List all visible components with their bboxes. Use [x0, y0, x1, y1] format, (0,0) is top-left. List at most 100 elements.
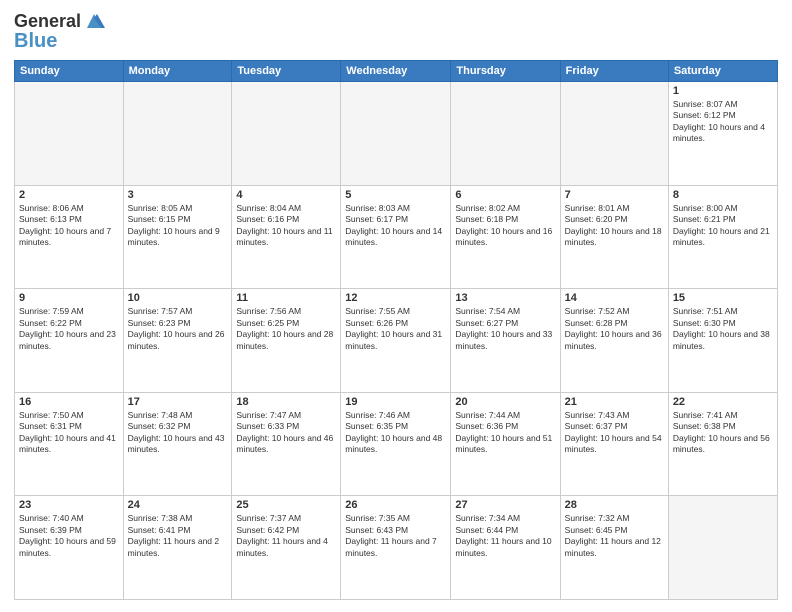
- weekday-header-cell: Thursday: [451, 61, 560, 82]
- day-number: 19: [345, 396, 446, 408]
- weekday-header-cell: Saturday: [668, 61, 777, 82]
- weekday-header-cell: Friday: [560, 61, 668, 82]
- calendar-cell: 17Sunrise: 7:48 AM Sunset: 6:32 PM Dayli…: [123, 392, 232, 496]
- logo-blue-text: Blue: [14, 30, 57, 52]
- day-info: Sunrise: 8:06 AM Sunset: 6:13 PM Dayligh…: [19, 203, 119, 249]
- calendar-cell: [232, 82, 341, 186]
- calendar-cell: 12 Sunrise: 7:55 AM Sunset: 6:26 PM Dayli…: [341, 289, 451, 393]
- day-number: 2: [19, 189, 119, 201]
- day-info: Sunrise: 7:47 AM Sunset: 6:33 PM Dayligh…: [236, 410, 336, 456]
- day-info: Sunrise: 8:01 AM Sunset: 6:20 PM Dayligh…: [565, 203, 664, 249]
- day-info: Sunrise: 7:55 AM Sunset: 6:26 PM Dayligh…: [345, 306, 446, 352]
- day-info: Sunrise: 8:00 AM Sunset: 6:21 PM Dayligh…: [673, 203, 773, 249]
- calendar-cell: 1 Sunrise: 8:07 AM Sunset: 6:12 PM Daylig…: [668, 82, 777, 186]
- calendar-cell: [341, 82, 451, 186]
- day-number: 28: [565, 499, 664, 511]
- day-number: 6: [455, 189, 555, 201]
- calendar-cell: 2 Sunrise: 8:06 AM Sunset: 6:13 PM Daylig…: [15, 185, 124, 289]
- day-number: 11: [236, 292, 336, 304]
- day-info: Sunrise: 7:59 AM Sunset: 6:22 PM Dayligh…: [19, 306, 119, 352]
- day-info: Sunrise: 7:57 AM Sunset: 6:23 PM Dayligh…: [128, 306, 228, 352]
- day-number: 10: [128, 292, 228, 304]
- day-info: Sunrise: 7:32 AM Sunset: 6:45 PM Dayligh…: [565, 513, 664, 559]
- calendar-cell: [451, 82, 560, 186]
- day-info: Sunrise: 7:51 AM Sunset: 6:30 PM Dayligh…: [673, 306, 773, 352]
- day-number: 4: [236, 189, 336, 201]
- day-number: 13: [455, 292, 555, 304]
- calendar-cell: 14 Sunrise: 7:52 AM Sunset: 6:28 PM Dayli…: [560, 289, 668, 393]
- logo-icon: [83, 10, 105, 32]
- calendar-cell: 26 Sunrise: 7:35 AM Sunset: 6:43 PM Dayli…: [341, 496, 451, 600]
- day-number: 15: [673, 292, 773, 304]
- calendar-body: 1 Sunrise: 8:07 AM Sunset: 6:12 PM Daylig…: [15, 82, 778, 600]
- header: General Blue: [14, 12, 778, 52]
- day-number: 24: [128, 499, 228, 511]
- calendar-cell: 24 Sunrise: 7:38 AM Sunset: 6:41 PM Dayli…: [123, 496, 232, 600]
- calendar-cell: 27Sunrise: 7:34 AM Sunset: 6:44 PM Dayli…: [451, 496, 560, 600]
- calendar-week-row: 2 Sunrise: 8:06 AM Sunset: 6:13 PM Daylig…: [15, 185, 778, 289]
- calendar-cell: 9 Sunrise: 7:59 AM Sunset: 6:22 PM Daylig…: [15, 289, 124, 393]
- day-info: Sunrise: 7:44 AM Sunset: 6:36 PM Dayligh…: [455, 410, 555, 456]
- day-number: 7: [565, 189, 664, 201]
- calendar-cell: 16 Sunrise: 7:50 AM Sunset: 6:31 PM Dayli…: [15, 392, 124, 496]
- calendar-cell: 4 Sunrise: 8:04 AM Sunset: 6:16 PM Daylig…: [232, 185, 341, 289]
- calendar-cell: 10 Sunrise: 7:57 AM Sunset: 6:23 PM Dayli…: [123, 289, 232, 393]
- weekday-header: SundayMondayTuesdayWednesdayThursdayFrid…: [15, 61, 778, 82]
- day-number: 21: [565, 396, 664, 408]
- calendar-week-row: 23 Sunrise: 7:40 AM Sunset: 6:39 PM Dayli…: [15, 496, 778, 600]
- calendar-cell: 5 Sunrise: 8:03 AM Sunset: 6:17 PM Daylig…: [341, 185, 451, 289]
- logo-text: General: [14, 12, 81, 32]
- day-info: Sunrise: 7:38 AM Sunset: 6:41 PM Dayligh…: [128, 513, 228, 559]
- calendar-cell: 6 Sunrise: 8:02 AM Sunset: 6:18 PM Daylig…: [451, 185, 560, 289]
- day-info: Sunrise: 7:43 AM Sunset: 6:37 PM Dayligh…: [565, 410, 664, 456]
- weekday-header-cell: Sunday: [15, 61, 124, 82]
- day-info: Sunrise: 7:35 AM Sunset: 6:43 PM Dayligh…: [345, 513, 446, 559]
- day-number: 22: [673, 396, 773, 408]
- day-number: 5: [345, 189, 446, 201]
- day-number: 23: [19, 499, 119, 511]
- day-info: Sunrise: 7:52 AM Sunset: 6:28 PM Dayligh…: [565, 306, 664, 352]
- day-info: Sunrise: 8:03 AM Sunset: 6:17 PM Dayligh…: [345, 203, 446, 249]
- day-number: 8: [673, 189, 773, 201]
- calendar-cell: 8 Sunrise: 8:00 AM Sunset: 6:21 PM Daylig…: [668, 185, 777, 289]
- calendar-table: SundayMondayTuesdayWednesdayThursdayFrid…: [14, 60, 778, 600]
- weekday-header-cell: Tuesday: [232, 61, 341, 82]
- day-number: 20: [455, 396, 555, 408]
- day-number: 27: [455, 499, 555, 511]
- day-info: Sunrise: 8:05 AM Sunset: 6:15 PM Dayligh…: [128, 203, 228, 249]
- day-info: Sunrise: 8:04 AM Sunset: 6:16 PM Dayligh…: [236, 203, 336, 249]
- calendar-cell: 19 Sunrise: 7:46 AM Sunset: 6:35 PM Dayli…: [341, 392, 451, 496]
- logo: General Blue: [14, 12, 105, 52]
- day-number: 16: [19, 396, 119, 408]
- day-number: 25: [236, 499, 336, 511]
- day-info: Sunrise: 7:56 AM Sunset: 6:25 PM Dayligh…: [236, 306, 336, 352]
- calendar-cell: 28 Sunrise: 7:32 AM Sunset: 6:45 PM Dayli…: [560, 496, 668, 600]
- day-number: 14: [565, 292, 664, 304]
- calendar-cell: 7 Sunrise: 8:01 AM Sunset: 6:20 PM Daylig…: [560, 185, 668, 289]
- day-number: 3: [128, 189, 228, 201]
- day-info: Sunrise: 7:50 AM Sunset: 6:31 PM Dayligh…: [19, 410, 119, 456]
- day-number: 12: [345, 292, 446, 304]
- day-number: 9: [19, 292, 119, 304]
- day-info: Sunrise: 8:07 AM Sunset: 6:12 PM Dayligh…: [673, 99, 773, 145]
- calendar-page: General Blue SundayMondayTuesdayWednesda…: [0, 0, 792, 612]
- day-info: Sunrise: 8:02 AM Sunset: 6:18 PM Dayligh…: [455, 203, 555, 249]
- calendar-cell: 3 Sunrise: 8:05 AM Sunset: 6:15 PM Daylig…: [123, 185, 232, 289]
- calendar-cell: 25 Sunrise: 7:37 AM Sunset: 6:42 PM Dayli…: [232, 496, 341, 600]
- calendar-week-row: 16 Sunrise: 7:50 AM Sunset: 6:31 PM Dayli…: [15, 392, 778, 496]
- day-number: 1: [673, 85, 773, 97]
- calendar-cell: 22Sunrise: 7:41 AM Sunset: 6:38 PM Dayli…: [668, 392, 777, 496]
- day-number: 18: [236, 396, 336, 408]
- calendar-cell: 21 Sunrise: 7:43 AM Sunset: 6:37 PM Dayli…: [560, 392, 668, 496]
- calendar-cell: 20 Sunrise: 7:44 AM Sunset: 6:36 PM Dayli…: [451, 392, 560, 496]
- day-info: Sunrise: 7:46 AM Sunset: 6:35 PM Dayligh…: [345, 410, 446, 456]
- calendar-cell: 11 Sunrise: 7:56 AM Sunset: 6:25 PM Dayli…: [232, 289, 341, 393]
- weekday-header-cell: Monday: [123, 61, 232, 82]
- day-number: 26: [345, 499, 446, 511]
- day-info: Sunrise: 7:37 AM Sunset: 6:42 PM Dayligh…: [236, 513, 336, 559]
- calendar-cell: 23 Sunrise: 7:40 AM Sunset: 6:39 PM Dayli…: [15, 496, 124, 600]
- calendar-cell: 18 Sunrise: 7:47 AM Sunset: 6:33 PM Dayli…: [232, 392, 341, 496]
- weekday-header-cell: Wednesday: [341, 61, 451, 82]
- day-info: Sunrise: 7:40 AM Sunset: 6:39 PM Dayligh…: [19, 513, 119, 559]
- calendar-cell: 13Sunrise: 7:54 AM Sunset: 6:27 PM Dayli…: [451, 289, 560, 393]
